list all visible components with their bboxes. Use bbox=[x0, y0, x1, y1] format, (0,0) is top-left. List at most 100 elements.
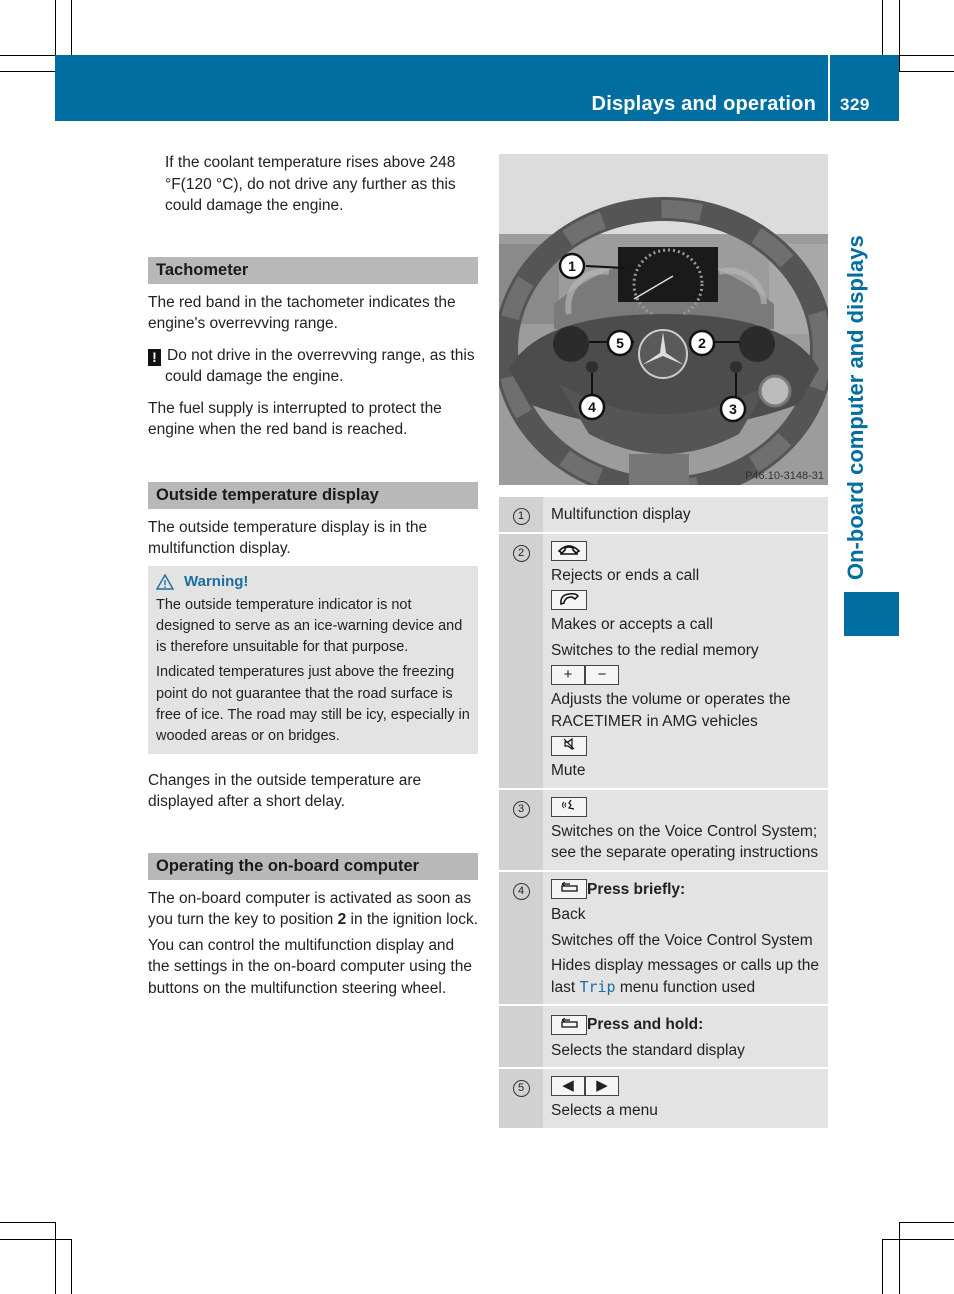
phone-call-icon bbox=[551, 590, 587, 610]
legend-row: 4 Press briefly: Back Switches off the V… bbox=[499, 871, 828, 1006]
callout-4: 4 bbox=[588, 399, 596, 415]
legend-row: 2 Rejects or ends a call Makes or accept… bbox=[499, 533, 828, 790]
text-run: menu function used bbox=[615, 978, 756, 996]
crop-mark bbox=[882, 1239, 883, 1294]
legend-table: 1 Multifunction display 2 Rejects or end… bbox=[499, 497, 828, 1128]
figure-caption: P46.10-3148-31 bbox=[745, 470, 824, 482]
row-number: 5 bbox=[499, 1069, 543, 1128]
text-run: in the ignition lock. bbox=[346, 911, 479, 929]
callout-5: 5 bbox=[616, 335, 624, 351]
page-number-box: 329 bbox=[830, 55, 899, 121]
crop-mark bbox=[71, 1239, 72, 1294]
crop-mark bbox=[899, 55, 954, 56]
callout-3: 3 bbox=[729, 401, 737, 417]
trip-menu-name: Trip bbox=[579, 977, 616, 996]
paragraph: The fuel supply is interrupted to protec… bbox=[148, 399, 442, 439]
crop-mark bbox=[899, 1222, 954, 1223]
crop-mark bbox=[882, 0, 883, 55]
page-number: 329 bbox=[840, 95, 870, 114]
voice-control-icon bbox=[551, 796, 587, 817]
crop-mark bbox=[0, 1239, 71, 1240]
paragraph: The outside temperature display is in th… bbox=[148, 518, 428, 558]
row-text: Selects the standard display bbox=[551, 1041, 745, 1059]
row-text: Multifunction display bbox=[551, 506, 691, 523]
paragraph: The on-board computer is activated as so… bbox=[148, 888, 478, 931]
back-icon bbox=[551, 1014, 587, 1035]
chapter-side-tab: On-board computer and displays bbox=[843, 235, 868, 580]
crop-mark bbox=[0, 71, 55, 72]
row-text: Mute bbox=[551, 762, 586, 779]
row-body: Switches on the Voice Control System; se… bbox=[543, 790, 828, 870]
warning-header: Warning! bbox=[156, 569, 470, 595]
row-text: Rejects or ends a call bbox=[551, 566, 700, 584]
row-text: Makes or accepts a call bbox=[551, 616, 713, 633]
callout-number: 5 bbox=[512, 1080, 530, 1097]
row-number bbox=[499, 1006, 543, 1067]
row-text: Adjusts the volume or operates the RACET… bbox=[551, 691, 791, 730]
crop-mark bbox=[0, 1222, 55, 1223]
row-number: 3 bbox=[499, 789, 543, 870]
row-number: 2 bbox=[499, 533, 543, 788]
coolant-paragraph: If the coolant temperature rises above 2… bbox=[165, 154, 456, 214]
press-and-hold-label: Press and hold: bbox=[587, 1016, 704, 1033]
right-arrow-icon: ▶ bbox=[585, 1076, 619, 1096]
caution-note: ! Do not drive in the overrevving range, … bbox=[148, 345, 478, 388]
row-number: 4 bbox=[499, 871, 543, 1004]
row-text: Selects a menu bbox=[551, 1102, 658, 1119]
press-briefly-label: Press briefly: bbox=[587, 880, 686, 898]
crop-mark bbox=[899, 71, 954, 72]
crop-mark bbox=[55, 0, 56, 55]
minus-icon: − bbox=[585, 665, 619, 685]
callout-number: 4 bbox=[512, 882, 530, 900]
row-text: Switches on the Voice Control System; se… bbox=[551, 822, 819, 862]
paragraph: You can control the multifunction displa… bbox=[148, 936, 472, 997]
callout-1: 1 bbox=[568, 258, 576, 274]
plus-icon: + bbox=[551, 665, 585, 685]
callout-number: 1 bbox=[512, 508, 530, 525]
header-bar: Displays and operation bbox=[55, 55, 828, 121]
crop-mark bbox=[882, 1239, 954, 1240]
row-text: Switches off the Voice Control System bbox=[551, 931, 813, 949]
warning-text: Indicated temperatures just above the fr… bbox=[156, 664, 470, 745]
paragraph: Changes in the outside temperature are d… bbox=[148, 771, 422, 811]
steering-wheel-illustration: 1 2 3 4 5 bbox=[499, 154, 828, 485]
crop-mark bbox=[0, 55, 55, 56]
chapter-tab-marker bbox=[844, 592, 899, 636]
crop-mark bbox=[71, 0, 72, 55]
page-title: Displays and operation bbox=[591, 93, 816, 115]
crop-mark bbox=[55, 1222, 56, 1294]
row-text: Hides display messages or calls up the l… bbox=[551, 955, 820, 998]
left-column: If the coolant temperature rises above 2… bbox=[148, 152, 478, 1009]
end-call-icon bbox=[551, 540, 587, 561]
caution-icon: ! bbox=[148, 348, 161, 366]
caution-text: Do not drive in the overrevving range, a… bbox=[165, 346, 475, 386]
warning-title: Warning! bbox=[184, 572, 249, 590]
left-arrow-icon: ◀ bbox=[551, 1076, 585, 1096]
row-body: Press briefly: Back Switches off the Voi… bbox=[543, 872, 828, 1005]
warning-box: Warning! The outside temperature indicat… bbox=[148, 565, 478, 754]
legend-row: 1 Multifunction display bbox=[499, 497, 828, 534]
paragraph: The red band in the tachometer indicates… bbox=[148, 293, 456, 333]
legend-row: 3 Switches on the Voice Control System; … bbox=[499, 789, 828, 872]
warning-triangle-icon bbox=[156, 573, 174, 590]
warning-text: The outside temperature indicator is not… bbox=[156, 596, 463, 656]
callout-2: 2 bbox=[698, 335, 706, 351]
key-position: 2 bbox=[337, 911, 347, 929]
back-icon bbox=[551, 879, 587, 900]
section-heading-outside-temperature: Outside temperature display bbox=[148, 481, 478, 509]
section-heading-onboard-computer: Operating the on-board computer bbox=[148, 852, 478, 880]
legend-row: 5 ◀ ▶ Selects a menu bbox=[499, 1069, 828, 1128]
row-text: Switches to the redial memory bbox=[551, 641, 759, 659]
section-heading-tachometer: Tachometer bbox=[148, 256, 478, 284]
mute-icon bbox=[551, 736, 587, 756]
crop-mark bbox=[899, 0, 900, 71]
legend-row: Press and hold: Selects the standard dis… bbox=[499, 1006, 828, 1069]
steering-wheel-figure: 1 2 3 4 5 P46.10-3148-31 bbox=[499, 154, 828, 485]
row-body: Press and hold: Selects the standard dis… bbox=[543, 1006, 828, 1067]
row-text: Back bbox=[551, 906, 586, 923]
callout-number: 3 bbox=[512, 800, 530, 818]
row-body: ◀ ▶ Selects a menu bbox=[543, 1069, 828, 1128]
callout-number: 2 bbox=[512, 544, 530, 562]
crop-mark bbox=[899, 1222, 900, 1294]
row-body: Rejects or ends a call Makes or accepts … bbox=[543, 534, 828, 788]
